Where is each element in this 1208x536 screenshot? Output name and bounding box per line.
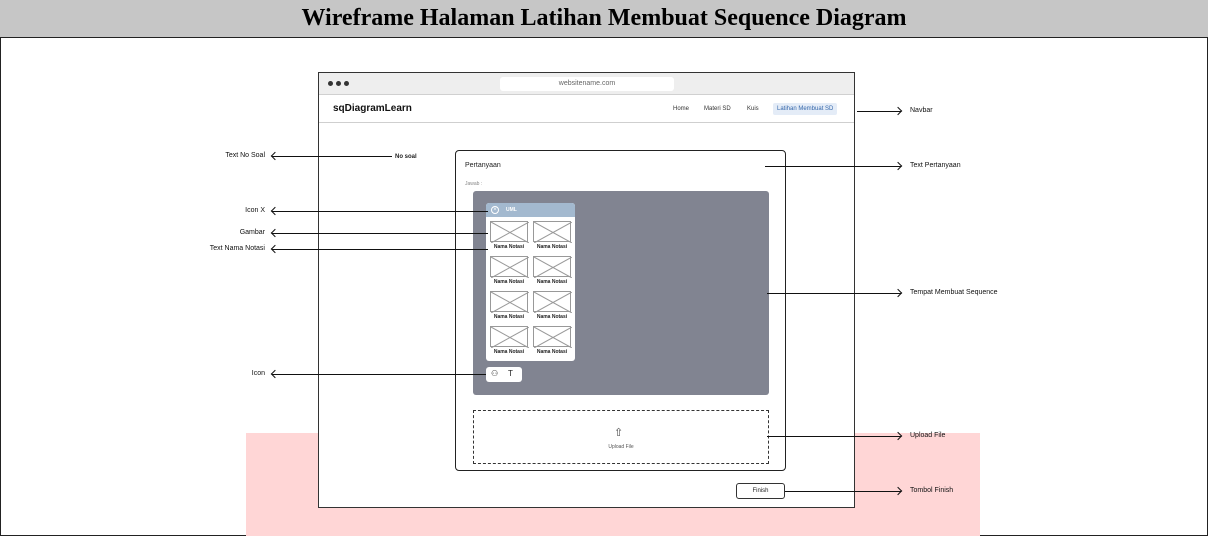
annotation-line — [767, 436, 901, 437]
notation-image[interactable] — [490, 291, 529, 313]
close-icon[interactable]: × — [491, 206, 499, 214]
notation-name: Nama Notasi — [536, 314, 568, 320]
finish-button[interactable]: Finish — [736, 483, 785, 499]
question-text: Pertanyaan — [465, 162, 501, 169]
notation-image[interactable] — [490, 221, 529, 243]
annotation-line — [272, 249, 488, 250]
annotation-line — [272, 156, 392, 157]
notation-name: Nama Notasi — [493, 279, 525, 285]
notation-image[interactable] — [490, 326, 529, 348]
notation-name: Nama Notasi — [536, 244, 568, 250]
url-bar[interactable]: websitename.com — [500, 77, 674, 91]
upload-label: Upload File — [608, 444, 634, 450]
diagram-title: Wireframe Halaman Latihan Membuat Sequen… — [301, 5, 907, 31]
notation-name: Nama Notasi — [493, 349, 525, 355]
sequence-canvas[interactable]: × UML Nama Notasi Nama Notasi Nama Notas… — [473, 191, 769, 395]
nav-item-materi[interactable]: Materi SD — [704, 106, 731, 112]
question-card: Pertanyaan Jawab : × UML Nama Notasi Nam… — [455, 150, 786, 471]
annotation-icon: Icon — [251, 370, 265, 377]
annotation-line — [272, 211, 488, 212]
annotation-upload-file: Upload File — [910, 432, 946, 439]
nav-item-latihan[interactable]: Latihan Membuat SD — [773, 103, 838, 115]
window-dot-icon — [328, 81, 333, 86]
nav-item-home[interactable]: Home — [673, 106, 689, 112]
annotation-text-no-soal: Text No Soal — [225, 152, 265, 159]
annotation-line — [767, 293, 901, 294]
brand-logo[interactable]: sqDiagramLearn — [333, 103, 412, 114]
window-dot-icon — [336, 81, 341, 86]
answer-label: Jawab : — [465, 181, 483, 187]
notation-image[interactable] — [533, 326, 572, 348]
browser-window: websitename.com sqDiagramLearn Home Mate… — [318, 72, 855, 508]
text-tool-icon[interactable]: T — [508, 369, 513, 378]
navbar: sqDiagramLearn Home Materi SD Kuis Latih… — [319, 95, 854, 123]
notation-palette: × UML Nama Notasi Nama Notasi Nama Notas… — [486, 203, 575, 361]
annotation-tempat-membuat-sequence: Tempat Membuat Sequence — [910, 289, 998, 296]
annotation-tombol-finish: Tombol Finish — [910, 487, 954, 494]
notation-name: Nama Notasi — [536, 279, 568, 285]
canvas-toolbar: ⚇ T — [486, 367, 522, 382]
palette-header: × UML — [486, 203, 575, 217]
upload-cloud-icon: ⇧ — [614, 427, 624, 439]
notation-image[interactable] — [490, 256, 529, 278]
annotation-line — [272, 374, 486, 375]
annotation-line — [272, 233, 488, 234]
question-number: No soal — [395, 154, 417, 160]
annotation-gambar: Gambar — [239, 229, 265, 236]
annotation-line — [785, 491, 901, 492]
upload-dropzone[interactable]: ⇧ Upload File — [473, 410, 769, 464]
nav-item-kuis[interactable]: Kuis — [747, 106, 759, 112]
notation-image[interactable] — [533, 291, 572, 313]
notation-image[interactable] — [533, 221, 572, 243]
annotation-navbar: Navbar — [910, 107, 933, 114]
notation-name: Nama Notasi — [493, 244, 525, 250]
browser-chrome: websitename.com — [319, 73, 854, 95]
title-bar: Wireframe Halaman Latihan Membuat Sequen… — [0, 0, 1208, 38]
window-dot-icon — [344, 81, 349, 86]
notation-name: Nama Notasi — [536, 349, 568, 355]
notation-image[interactable] — [533, 256, 572, 278]
palette-title: UML — [506, 207, 517, 213]
annotation-text-pertanyaan: Text Pertanyaan — [910, 162, 961, 169]
annotation-line — [765, 166, 901, 167]
annotation-icon-x: Icon X — [245, 207, 265, 214]
shapes-icon[interactable]: ⚇ — [491, 369, 498, 378]
notation-name: Nama Notasi — [493, 314, 525, 320]
annotation-text-nama-notasi: Text Nama Notasi — [209, 245, 265, 252]
